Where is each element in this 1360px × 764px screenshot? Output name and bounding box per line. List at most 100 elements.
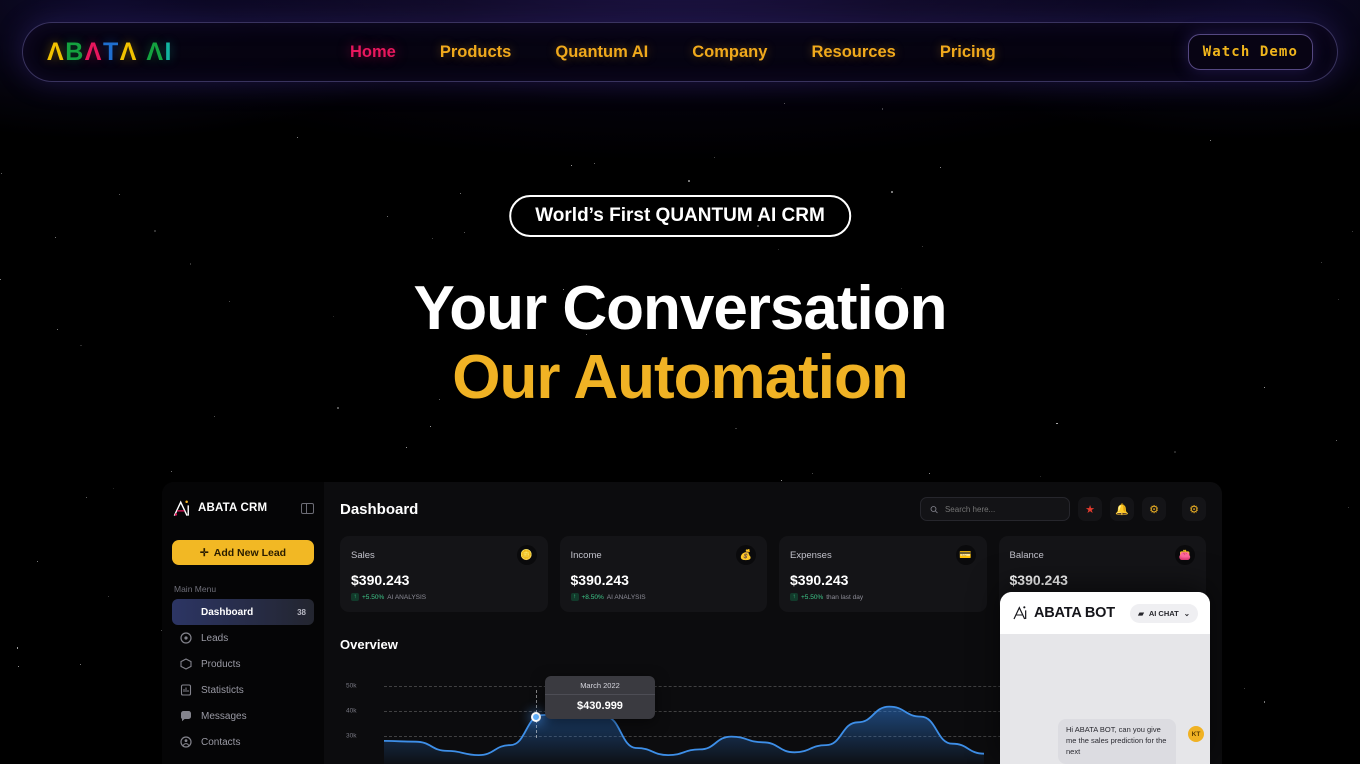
money-bag-icon: 💰	[736, 545, 756, 565]
stat-card-sales: Sales 🪙 $390.243 ↑ +5.50% AI ANALYSIS	[340, 536, 548, 612]
nav-links: Home Products Quantum AI Company Resources Pr…	[350, 43, 996, 62]
stat-card-income: Income 💰 $390.243 ↑ +8.50% AI ANALYSIS	[559, 536, 767, 612]
chat-bubble-icon	[180, 710, 192, 722]
user-circle-icon	[180, 736, 192, 748]
arrow-up-icon: ↑	[351, 593, 359, 601]
sidebar-item-contacts[interactable]: Contacts	[172, 729, 314, 755]
gear-icon[interactable]: ⚙	[1142, 497, 1166, 521]
top-navbar: ΛBΛTΛ ΛI Home Products Quantum AI Company Re…	[22, 22, 1338, 82]
avatar: KT	[1188, 726, 1204, 742]
sidebar-item-messages[interactable]: Messages	[172, 703, 314, 729]
hero-title: Your Conversation Our Automation	[0, 276, 1360, 410]
sidebar-item-label: Contacts	[201, 736, 241, 748]
search-box[interactable]	[920, 497, 1070, 521]
search-input[interactable]	[944, 504, 1060, 514]
logo-letter-4: Λ	[119, 37, 137, 66]
star-icon[interactable]: ★	[1078, 497, 1102, 521]
header-actions: ★ 🔔 ⚙ ⚙	[920, 497, 1206, 521]
chart-tooltip: March 2022 $430.999	[545, 676, 655, 719]
stat-label: Sales	[351, 549, 375, 561]
sidebar-item-label: Statisticts	[201, 684, 244, 696]
page-title: Dashboard	[340, 500, 419, 518]
stat-delta: ↑+5.50%than last day	[790, 593, 976, 601]
gear-icon-glyph: ⚙	[1149, 503, 1159, 516]
sidebar-header: ABATA CRM	[172, 482, 314, 524]
sidebar-item-leads[interactable]: Leads	[172, 625, 314, 651]
wallet-icon: 👛	[1175, 545, 1195, 565]
sidebar-item-badge: 38	[297, 607, 306, 617]
card-icon: 💳	[955, 545, 976, 565]
plus-icon: ✛	[199, 546, 209, 559]
nav-link-products[interactable]: Products	[440, 43, 512, 62]
nav-link-pricing[interactable]: Pricing	[940, 43, 996, 62]
nav-link-quantum-ai[interactable]: Quantum AI	[555, 43, 648, 62]
arrow-up-icon: ↑	[790, 593, 798, 601]
chevron-down-icon: ⌄	[1183, 608, 1190, 618]
sidebar-item-label: Messages	[201, 710, 247, 722]
sidebar-item-label: Products	[201, 658, 241, 670]
nav-link-home[interactable]: Home	[350, 43, 396, 62]
stat-label: Expenses	[790, 549, 832, 561]
tooltip-date: March 2022	[545, 676, 655, 695]
abata-bot-mark-icon	[1012, 605, 1028, 621]
sidebar-item-label: Leads	[201, 632, 229, 644]
sidebar-item-products[interactable]: Products	[172, 651, 314, 677]
add-new-lead-label: Add New Lead	[213, 546, 287, 559]
sidebar-menu: Dashboard 38 Leads Products Statisticts Messa…	[172, 599, 314, 755]
stat-delta-value: +5.50%	[801, 593, 824, 601]
ai-chat-label: AI CHAT	[1148, 608, 1179, 618]
sidebar-item-statisticts[interactable]: Statisticts	[172, 677, 314, 703]
stat-card-top: Income 💰	[570, 545, 756, 565]
stat-value: $390.243	[351, 572, 410, 588]
logo-letter-0: Λ	[47, 37, 65, 66]
coin-icon: 🪙	[516, 545, 537, 565]
y-axis-tick: 40k	[346, 707, 357, 715]
stat-card-top: Balance 👛	[1009, 545, 1195, 565]
stat-label: Income	[570, 549, 602, 561]
chat-user-message: Hi ABATA BOT, can you give me the sales …	[1058, 719, 1176, 764]
chat-header: ABATA BOT ▰ AI CHAT ⌄	[1000, 592, 1210, 634]
stat-card-top: Expenses 💳	[790, 545, 976, 565]
settings-icon[interactable]: ⚙	[1182, 497, 1206, 521]
logo-letter-3: T	[102, 37, 119, 66]
target-icon	[180, 632, 192, 644]
stat-delta-sub: AI ANALYSIS	[387, 593, 427, 601]
logo-letter-7: I	[164, 37, 172, 66]
sidebar-item-dashboard[interactable]: Dashboard 38	[172, 599, 314, 625]
overview-title: Overview	[340, 636, 398, 652]
stat-value: $390.243	[1009, 572, 1068, 588]
stat-value: $390.243	[570, 572, 629, 588]
stat-delta: ↑ +5.50% AI ANALYSIS	[351, 593, 537, 601]
logo-letter-5	[138, 40, 145, 65]
y-axis-tick: 30k	[346, 732, 357, 740]
nav-link-company[interactable]: Company	[692, 43, 767, 62]
brand-logo[interactable]: ΛBΛTΛ ΛI	[47, 37, 172, 66]
arrow-up-icon: ↑	[570, 593, 579, 601]
box-icon	[180, 658, 192, 670]
logo-letter-1: B	[65, 37, 84, 66]
bell-icon-glyph: 🔔	[1115, 503, 1129, 516]
stat-value: $390.243	[790, 572, 849, 588]
chat-body: Hi ABATA BOT, can you give me the sales …	[1000, 634, 1210, 764]
stat-delta-sub: AI ANALYSIS	[606, 593, 646, 601]
logo-letter-2: Λ	[84, 37, 102, 66]
chat-icon: ▰	[1138, 608, 1144, 618]
add-new-lead-button[interactable]: ✛ Add New Lead	[172, 540, 314, 565]
logo-letter-6: Λ	[146, 37, 164, 66]
stat-delta-value: +5.50%	[362, 593, 385, 601]
watch-demo-button[interactable]: Watch Demo	[1187, 34, 1313, 70]
stat-label: Balance	[1009, 549, 1044, 561]
sidebar-section-label: Main Menu	[174, 584, 217, 594]
chat-title: ABATA BOT	[1034, 605, 1115, 621]
search-icon	[930, 505, 938, 513]
ai-chat-dropdown[interactable]: ▰ AI CHAT ⌄	[1130, 603, 1198, 623]
bell-icon[interactable]: 🔔	[1110, 497, 1134, 521]
nav-link-resources[interactable]: Resources	[811, 43, 895, 62]
chart-highlight-point[interactable]	[531, 712, 541, 722]
stat-card-top: Sales 🪙	[351, 545, 537, 565]
sidebar-item-label: Dashboard	[201, 606, 254, 618]
chat-panel: ABATA BOT ▰ AI CHAT ⌄ Hi ABATA BOT, can …	[1000, 592, 1210, 764]
stat-card-expenses: Expenses 💳 $390.243 ↑ +5.50% than last day	[779, 536, 987, 612]
panel-toggle-icon[interactable]	[301, 502, 314, 514]
stat-delta-value: +8.50%	[581, 593, 604, 601]
